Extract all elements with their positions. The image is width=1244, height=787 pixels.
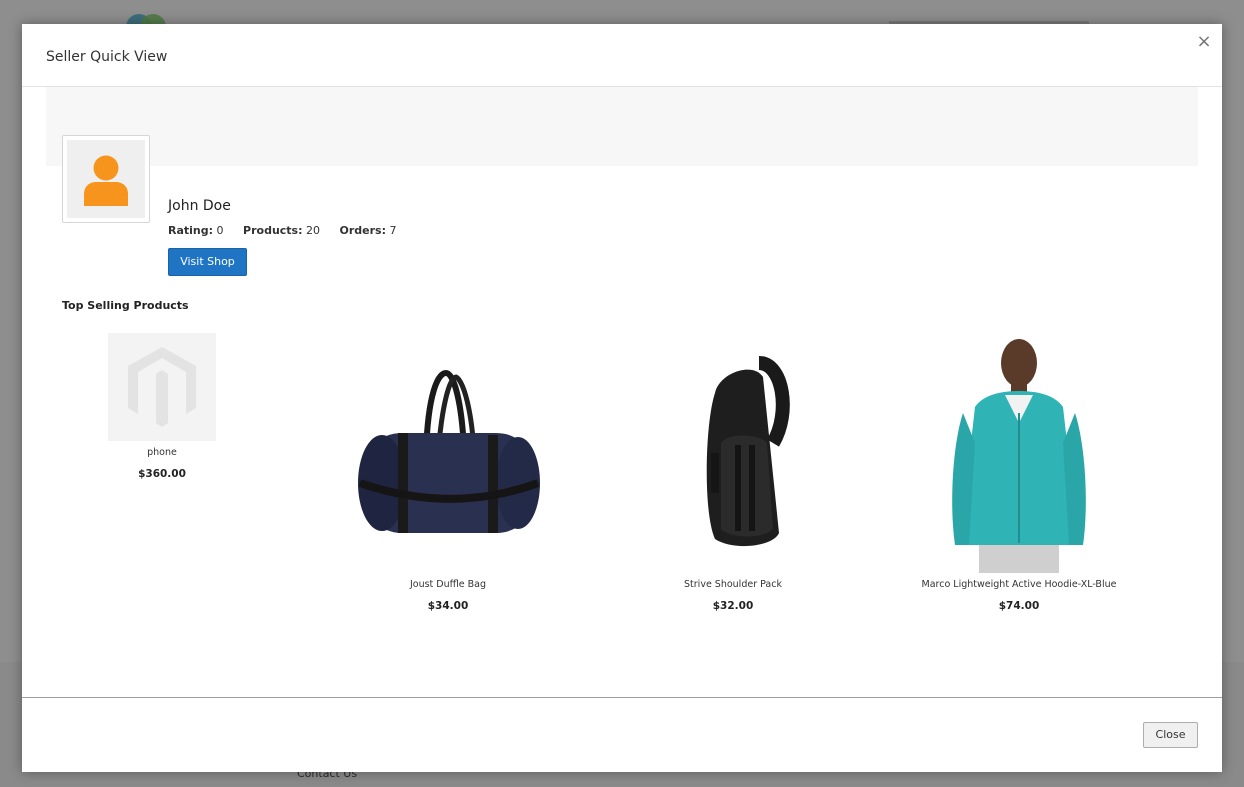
product-price: $360.00 <box>138 468 186 480</box>
seller-stats: Rating: 0 Products: 20 Orders: 7 <box>168 224 413 237</box>
product-card[interactable]: Marco Lightweight Active Hoodie-XL-Blue … <box>909 333 1129 612</box>
duffle-bag-image[interactable] <box>338 333 558 573</box>
close-button[interactable]: Close <box>1143 722 1198 748</box>
section-title-top-selling: Top Selling Products <box>62 299 189 312</box>
seller-banner <box>46 87 1198 166</box>
stat-products: Products: 20 <box>243 224 321 237</box>
modal-title: Seller Quick View <box>46 49 168 65</box>
visit-shop-button[interactable]: Visit Shop <box>168 248 247 276</box>
modal-header: Seller Quick View × <box>22 24 1222 87</box>
close-icon[interactable]: × <box>1194 32 1214 52</box>
hoodie-model-image[interactable] <box>909 333 1129 573</box>
product-price: $74.00 <box>998 600 1040 612</box>
product-price: $34.00 <box>427 600 469 612</box>
modal-footer: Close <box>22 697 1222 773</box>
product-price: $32.00 <box>712 600 754 612</box>
shoulder-pack-image[interactable] <box>623 333 843 573</box>
product-name[interactable]: Marco Lightweight Active Hoodie-XL-Blue <box>909 579 1129 590</box>
product-name[interactable]: phone <box>82 447 242 458</box>
product-name[interactable]: Strive Shoulder Pack <box>623 579 843 590</box>
seller-name: John Doe <box>168 198 231 214</box>
stat-orders: Orders: 7 <box>339 224 397 237</box>
avatar <box>62 135 150 223</box>
product-name[interactable]: Joust Duffle Bag <box>338 579 558 590</box>
product-card[interactable]: Strive Shoulder Pack $32.00 <box>623 333 843 612</box>
user-avatar-icon <box>84 155 128 206</box>
product-card[interactable]: Joust Duffle Bag $34.00 <box>338 333 558 612</box>
seller-quick-view-modal: Seller Quick View × John Doe Rating: 0 P… <box>22 24 1222 772</box>
product-card[interactable]: phone $360.00 <box>82 333 242 480</box>
magento-placeholder-icon[interactable] <box>108 333 216 441</box>
stat-rating: Rating: 0 <box>168 224 224 237</box>
